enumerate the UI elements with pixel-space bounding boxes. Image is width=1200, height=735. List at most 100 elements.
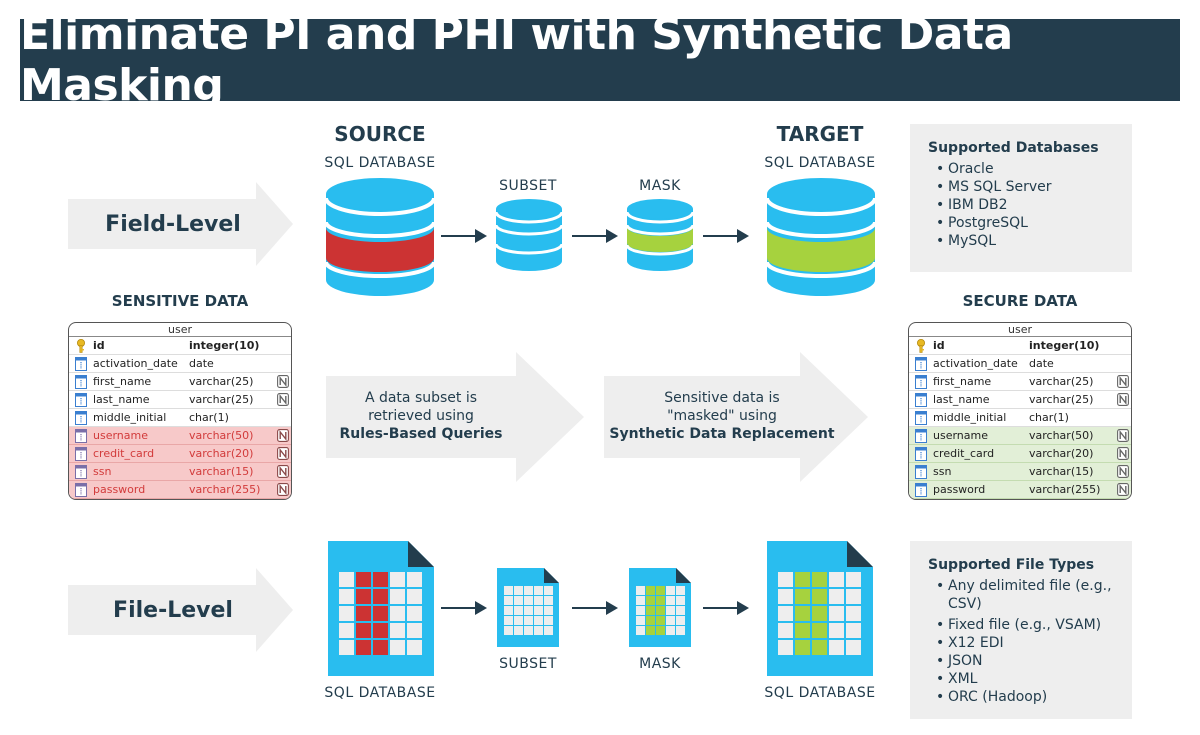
sensitive-user-table: user id integer(10) activation_date date fir… [68,322,292,500]
column-icon [915,464,927,479]
field-name: first_name [93,375,152,388]
table-name: user [69,323,291,337]
field-name: activation_date [93,357,178,370]
field-type: varchar(20) [1029,447,1094,460]
target-heading: TARGET [776,122,864,146]
file-grid-cell [373,640,388,655]
file-grid-cell [534,626,543,635]
column-icon [75,356,87,371]
file-grid-cell [534,616,543,625]
file-grid-cell [339,572,354,587]
table-row: id integer(10) [69,337,291,355]
list-item: MySQL [936,232,1114,250]
file-grid-cell [356,640,371,655]
field-name: last_name [93,393,150,406]
file-grid-cell [778,572,793,587]
file-grid-cell [524,606,533,615]
target-file-icon [767,541,873,676]
table-name: user [909,323,1131,337]
file-grid-cell [407,572,422,587]
nullable-icon [1117,375,1129,388]
nullable-icon [277,483,289,496]
file-grid-cell [795,623,810,638]
file-grid-cell [646,616,655,625]
file-grid-cell [524,626,533,635]
table-row: activation_date date [909,355,1131,373]
file-grid-cell [373,623,388,638]
mask-file-icon [629,568,691,647]
file-grid-cell [656,616,665,625]
column-icon [915,446,927,461]
file-grid-cell [666,596,675,605]
column-icon [75,392,87,407]
file-grid-cell [656,586,665,595]
file-grid-cell [795,606,810,621]
field-name: password [93,483,146,496]
table-row: middle_initial char(1) [909,409,1131,427]
file-grid-cell [812,572,827,587]
table-row: ssn varchar(15) [909,463,1131,481]
file-grid-cell [339,623,354,638]
file-grid-cell [676,626,685,635]
field-type: varchar(25) [189,375,254,388]
file-grid-cell [656,596,665,605]
file-grid-cell [812,606,827,621]
file-grid-cell [829,572,844,587]
flow-arrow-icon [572,601,618,615]
file-grid-cell [656,606,665,615]
table-row: activation_date date [69,355,291,373]
column-icon [75,374,87,389]
file-grid-cell [544,586,553,595]
flow-arrow-icon [572,229,618,243]
field-type: date [189,357,214,370]
list-item: IBM DB2 [936,196,1114,214]
supported-file-types-list: Any delimited file (e.g., CSV) Fixed fil… [928,577,1114,706]
file-grid-cell [514,626,523,635]
file-grid-cell [795,640,810,655]
field-name: id [93,339,105,352]
file-grid-cell [514,616,523,625]
table-row: last_name varchar(25) [69,391,291,409]
flow-arrow-icon [441,229,487,243]
file-grid-cell [812,623,827,638]
file-grid-cell [544,616,553,625]
target-database-icon [767,178,875,296]
file-grid-cell [390,623,405,638]
list-item: ORC (Hadoop) [936,688,1114,706]
file-grid-cell [636,626,645,635]
field-type: varchar(50) [1029,429,1094,442]
file-grid-cell [390,572,405,587]
file-grid-cell [514,586,523,595]
list-item: Fixed file (e.g., VSAM) [936,616,1114,634]
column-icon [915,356,927,371]
primary-key-icon [917,338,925,353]
file-grid-cell [676,596,685,605]
file-grid-cell [778,606,793,621]
field-name: credit_card [93,447,155,460]
column-icon [915,374,927,389]
file-grid-cell [812,589,827,604]
table-row: password varchar(255) [909,481,1131,499]
flow-arrow-icon [441,601,487,615]
file-grid-cell [778,640,793,655]
file-grid-cell [666,616,675,625]
table-row: ssn varchar(15) [69,463,291,481]
nullable-icon [277,447,289,460]
file-grid-cell [829,640,844,655]
file-grid-cell [407,589,422,604]
field-type: varchar(25) [1029,393,1094,406]
file-grid-cell [846,589,861,604]
file-grid-cell [666,626,675,635]
file-grid-cell [646,626,655,635]
file-grid-cell [666,606,675,615]
file-grid-cell [534,586,543,595]
subset-step-line2: retrieved using [368,408,474,424]
field-type: varchar(15) [189,465,254,478]
field-type: integer(10) [189,339,260,352]
list-item: XML [936,670,1114,688]
nullable-icon [1117,465,1129,478]
table-row: username varchar(50) [69,427,291,445]
file-grid-cell [356,572,371,587]
file-grid-cell [676,606,685,615]
file-grid-cell [514,596,523,605]
